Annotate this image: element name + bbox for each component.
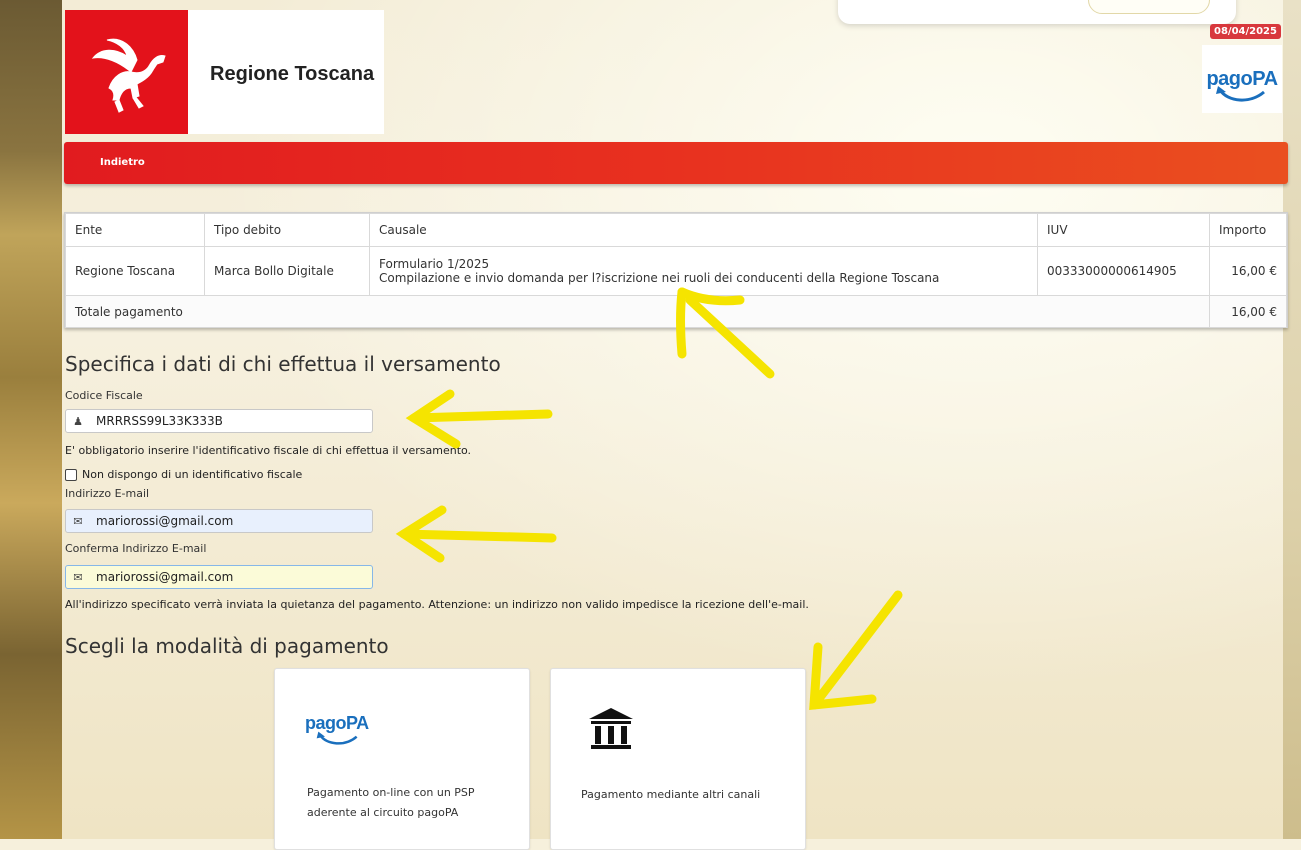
payment-section-title: Scegli la modalità di pagamento xyxy=(65,634,389,658)
other-channels-card[interactable]: Pagamento mediante altri canali xyxy=(550,668,806,850)
payment-table: Ente Tipo debito Causale IUV Importo Reg… xyxy=(64,212,1288,328)
table-row: Regione Toscana Marca Bollo Digitale For… xyxy=(65,246,1287,296)
cell-iuv: 00333000000614905 xyxy=(1037,246,1210,296)
pagopa-card-logo-text: pagoPA xyxy=(305,713,369,733)
confirm-email-value: mariorossi@gmail.com xyxy=(90,570,234,584)
pagopa-card-text: Pagamento on-line con un PSP aderente al… xyxy=(307,783,507,823)
cf-input[interactable]: ♟ MRRRSS99L33K333B xyxy=(65,409,373,433)
cell-tipo: Marca Bollo Digitale xyxy=(204,246,370,296)
pagopa-card-logo: pagoPA xyxy=(305,713,369,745)
cell-ente: Regione Toscana xyxy=(65,246,205,296)
envelope-icon: ✉ xyxy=(73,514,83,528)
cell-causale: Formulario 1/2025 Compilazione e invio d… xyxy=(369,246,1038,296)
cell-importo: 16,00 € xyxy=(1209,246,1287,296)
table-header-row: Ente Tipo debito Causale IUV Importo xyxy=(65,213,1287,247)
background-left-strip xyxy=(0,0,62,839)
email-label: Indirizzo E-mail xyxy=(65,487,150,500)
total-label: Totale pagamento xyxy=(65,295,1210,328)
checkbox-box[interactable] xyxy=(65,468,77,481)
total-value: 16,00 € xyxy=(1209,295,1287,328)
other-channels-text: Pagamento mediante altri canali xyxy=(581,788,761,801)
bank-icon xyxy=(589,708,633,749)
confirm-email-input[interactable]: ✉ mariorossi@gmail.com xyxy=(65,565,373,589)
cf-value: MRRRSS99L33K333B xyxy=(96,414,223,428)
col-causale: Causale xyxy=(369,213,1038,247)
top-floating-card xyxy=(838,0,1236,24)
email-help: All'indirizzo specificato verrà inviata … xyxy=(65,598,809,611)
nav-bar: Indietro xyxy=(64,142,1288,184)
envelope-icon: ✉ xyxy=(73,570,83,584)
pegasus-logo-icon xyxy=(91,38,166,113)
col-importo: Importo xyxy=(1209,213,1287,247)
col-tipo-debito: Tipo debito xyxy=(204,213,370,247)
pagopa-arc-icon xyxy=(316,731,358,745)
payer-section-title: Specifica i dati di chi effettua il vers… xyxy=(65,352,501,376)
user-icon: ♟ xyxy=(73,414,83,428)
pagopa-logo: pagoPA xyxy=(1202,45,1282,113)
cf-label: Codice Fiscale xyxy=(65,389,143,402)
background-right-strip xyxy=(1283,0,1301,839)
no-cf-label: Non dispongo di un identificativo fiscal… xyxy=(82,468,303,481)
col-ente: Ente xyxy=(65,213,205,247)
confirm-email-label: Conferma Indirizzo E-mail xyxy=(65,542,207,555)
top-card-pill[interactable] xyxy=(1088,0,1210,14)
causale-line2: Compilazione e invio domanda per l?iscri… xyxy=(379,271,940,285)
back-link[interactable]: Indietro xyxy=(100,157,145,168)
pagopa-card-line2: aderente al circuito pagoPA xyxy=(307,806,459,819)
email-input[interactable]: ✉ mariorossi@gmail.com xyxy=(65,509,373,533)
no-cf-checkbox[interactable]: Non dispongo di un identificativo fiscal… xyxy=(65,468,302,481)
cf-help: E' obbligatorio inserire l'identificativ… xyxy=(65,444,472,457)
pagopa-payment-card[interactable]: pagoPA Pagamento on-line con un PSP ader… xyxy=(274,668,530,850)
date-badge: 08/04/2025 xyxy=(1210,24,1281,39)
email-value: mariorossi@gmail.com xyxy=(96,514,234,528)
col-iuv: IUV xyxy=(1037,213,1210,247)
causale-line1: Formulario 1/2025 xyxy=(379,257,490,271)
pagopa-card-line1: Pagamento on-line con un PSP xyxy=(307,786,475,799)
regione-toscana-logo[interactable] xyxy=(65,10,188,134)
site-title: Regione Toscana xyxy=(210,63,375,85)
total-row: Totale pagamento 16,00 € xyxy=(65,295,1287,328)
pagopa-arc-icon xyxy=(1216,85,1266,101)
